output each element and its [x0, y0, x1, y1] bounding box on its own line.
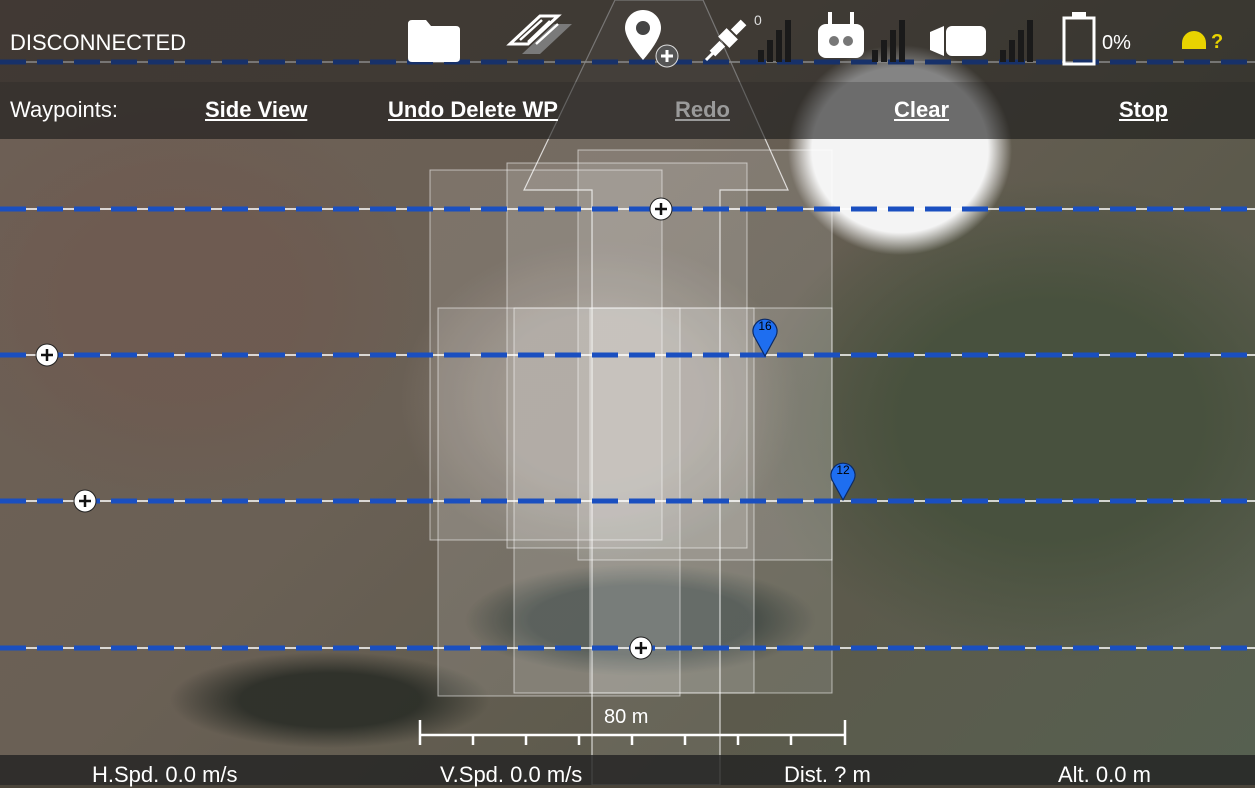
redo-button[interactable]: Redo	[675, 97, 730, 123]
side-view-button[interactable]: Side View	[205, 97, 307, 123]
waypoints-label: Waypoints:	[10, 97, 119, 122]
battery-icon[interactable]	[1062, 12, 1096, 71]
stop-button[interactable]: Stop	[1119, 97, 1168, 123]
waypoint-marker-12: 12	[830, 462, 856, 502]
battery-percent: 0%	[1102, 32, 1131, 54]
add-point-handle	[35, 343, 59, 367]
add-point-handle	[649, 197, 673, 221]
satellite-icon[interactable]	[702, 12, 754, 69]
waypoints-bar	[0, 82, 1255, 139]
sun-indicator-icon[interactable]	[1180, 31, 1208, 58]
undo-delete-wp-button[interactable]: Undo Delete WP	[388, 97, 558, 123]
add-waypoint-icon[interactable]	[625, 10, 681, 77]
altitude: Alt. 0.0 m	[1058, 762, 1151, 787]
connection-status[interactable]: DISCONNECTED	[10, 30, 186, 56]
camera-icon[interactable]	[930, 22, 986, 65]
video-signal-icon	[1000, 20, 1040, 62]
gps-signal-icon	[758, 20, 798, 62]
scale-label: 80 m	[604, 706, 649, 728]
waypoint-label: 12	[836, 463, 850, 477]
add-point-handle	[73, 489, 97, 513]
sun-status: ?	[1211, 31, 1224, 53]
waypoint-label: 16	[758, 319, 772, 333]
vertical-speed: V.Spd. 0.0 m/s	[440, 762, 583, 787]
add-point-handle	[629, 636, 653, 660]
mission-layers-icon[interactable]	[500, 14, 582, 71]
distance: Dist. ? m	[784, 762, 871, 787]
rc-signal-icon	[872, 20, 912, 62]
clear-button[interactable]: Clear	[894, 97, 949, 123]
remote-controller-icon[interactable]	[818, 12, 864, 65]
folder-icon[interactable]	[408, 20, 460, 67]
horizontal-speed: H.Spd. 0.0 m/s	[92, 762, 238, 787]
